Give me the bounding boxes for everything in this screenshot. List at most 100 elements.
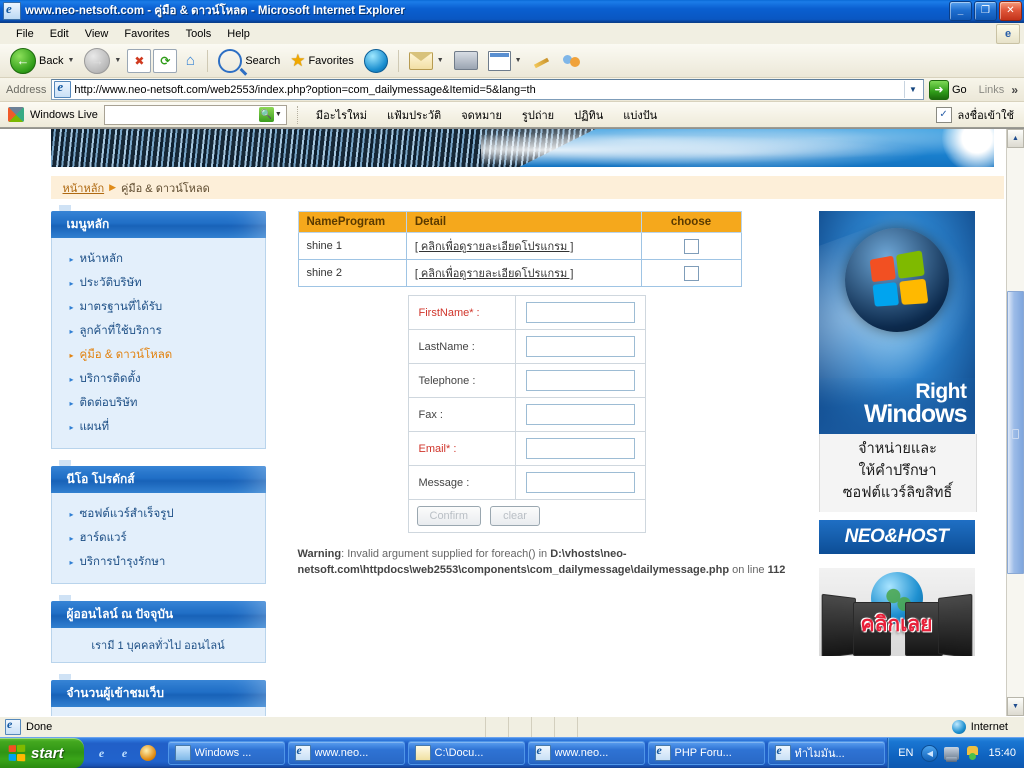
mail-dropdown-icon[interactable]: ▼: [437, 57, 444, 64]
messenger-button[interactable]: [558, 50, 586, 72]
task-button[interactable]: www.neo...: [527, 741, 645, 765]
live-item-share[interactable]: แบ่งปัน: [616, 106, 664, 124]
security-zone[interactable]: Internet: [951, 720, 1024, 734]
menu-tools[interactable]: Tools: [178, 26, 220, 42]
menu-help[interactable]: Help: [219, 26, 258, 42]
language-indicator[interactable]: EN: [898, 747, 915, 759]
back-label: Back: [39, 54, 64, 67]
sidebar-item-installation[interactable]: ▸ บริการติดตั้ง: [52, 367, 265, 391]
windows-live-search-input[interactable]: 🔍 ▼: [103, 104, 287, 125]
task-button[interactable]: ทำไมมัน...: [767, 741, 885, 765]
sidebar-item-contact[interactable]: ▸ ติดต่อบริษัท: [52, 391, 265, 415]
col-header-choose: choose: [640, 211, 742, 233]
sidebar-item-map[interactable]: ▸ แผนที่: [52, 415, 265, 439]
ad-click-here[interactable]: คลิกเลย: [818, 568, 975, 657]
quick-launch-browser-icon[interactable]: e: [117, 745, 133, 761]
quick-launch-media-player-icon[interactable]: [139, 745, 156, 761]
vertical-scrollbar[interactable]: ▲ ▼: [1006, 129, 1024, 716]
telephone-input[interactable]: [525, 370, 635, 391]
refresh-button[interactable]: ⟳: [153, 48, 178, 73]
back-dropdown-icon[interactable]: ▼: [67, 57, 74, 64]
sidebar-item-home[interactable]: ▸ หน้าหลัก: [52, 247, 265, 271]
tray-expand-icon[interactable]: ◀: [921, 744, 939, 762]
breadcrumb-home-link[interactable]: หน้าหลัก: [63, 179, 105, 197]
tray-network-icon[interactable]: [944, 746, 960, 762]
fax-input[interactable]: [525, 404, 635, 425]
go-button[interactable]: ➜ Go: [927, 79, 972, 100]
program-detail-link[interactable]: [ คลิกเพื่อดูรายละเอียดโปรแกรม ]: [415, 268, 574, 280]
scrollbar-track[interactable]: [1007, 148, 1024, 697]
onenote-button[interactable]: [528, 50, 556, 72]
favorites-button[interactable]: ★ Favorites: [286, 50, 358, 71]
clear-button[interactable]: clear: [490, 506, 540, 526]
live-search-icon[interactable]: 🔍: [258, 107, 274, 122]
firstname-input[interactable]: [525, 302, 635, 323]
program-checkbox[interactable]: [683, 265, 699, 281]
search-button[interactable]: Search: [214, 47, 284, 75]
task-button[interactable]: PHP Foru...: [647, 741, 765, 765]
message-input[interactable]: [525, 472, 635, 493]
program-detail-link[interactable]: [ คลิกเพื่อดูรายละเอียดโปรแกรม ]: [415, 241, 574, 253]
home-button[interactable]: ⌂: [179, 50, 201, 72]
back-button[interactable]: ← Back ▼: [6, 46, 78, 76]
forward-dropdown-icon[interactable]: ▼: [114, 57, 121, 64]
forward-button[interactable]: → ▼: [80, 46, 125, 76]
menu-view[interactable]: View: [77, 26, 117, 42]
task-button[interactable]: Windows ...: [167, 741, 285, 765]
maximize-button[interactable]: ❐: [974, 1, 997, 21]
live-item-photos[interactable]: รูปถ่าย: [515, 106, 561, 124]
quick-launch-ie-icon[interactable]: e: [94, 745, 110, 761]
live-search-dropdown-icon[interactable]: ▼: [275, 111, 285, 118]
menu-favorites[interactable]: Favorites: [116, 26, 177, 42]
toolbar-overflow-icon[interactable]: »: [1011, 83, 1022, 97]
task-button[interactable]: C:\Docu...: [407, 741, 525, 765]
close-button[interactable]: ✕: [999, 1, 1022, 21]
sidebar-item-software[interactable]: ▸ ซอฟต์แวร์สำเร็จรูป: [52, 502, 265, 526]
live-item-mail[interactable]: จดหมาย: [454, 106, 509, 124]
program-checkbox[interactable]: [683, 238, 699, 254]
stop-button[interactable]: ✖: [127, 48, 152, 73]
print-button[interactable]: [450, 49, 482, 72]
tray-security-icon[interactable]: [965, 746, 980, 761]
address-input[interactable]: http://www.neo-netsoft.com/web2553/index…: [51, 79, 924, 100]
scrollbar-thumb[interactable]: [1007, 291, 1024, 574]
start-button[interactable]: start: [0, 738, 84, 768]
email-input[interactable]: [525, 438, 635, 459]
form-buttons-cell: Confirm clear: [407, 499, 646, 533]
edit-dropdown-icon[interactable]: ▼: [515, 57, 522, 64]
ad-neohost[interactable]: NEO&HOST: [818, 520, 975, 555]
sidebar-item-maintenance[interactable]: ▸ บริการบำรุงรักษา: [52, 550, 265, 574]
sidebar-item-label: หน้าหลัก: [79, 253, 124, 265]
confirm-button[interactable]: Confirm: [416, 506, 482, 526]
windows-live-brand: Windows Live: [30, 108, 98, 121]
live-item-profile[interactable]: แฟ้มประวัติ: [380, 106, 448, 124]
sidebar-item-label: แผนที่: [79, 421, 110, 433]
edit-button[interactable]: ▼: [484, 49, 526, 73]
task-button[interactable]: www.neo...: [287, 741, 405, 765]
refresh-icon: ⟳: [160, 53, 171, 68]
lastname-input[interactable]: [525, 336, 635, 357]
site-banner: [50, 129, 994, 167]
sidebar-item-manual-download[interactable]: ▸ คู่มือ & ดาวน์โหลด: [52, 343, 265, 367]
menu-edit[interactable]: Edit: [42, 26, 77, 42]
history-button[interactable]: [360, 47, 392, 75]
links-label[interactable]: Links: [975, 84, 1009, 96]
taskbar-clock[interactable]: 15:40: [986, 747, 1016, 759]
menu-file[interactable]: File: [8, 26, 42, 42]
scroll-down-button[interactable]: ▼: [1007, 697, 1024, 716]
address-dropdown-icon[interactable]: ▼: [903, 81, 921, 98]
field-cell-firstname: [514, 295, 646, 330]
live-item-calendar[interactable]: ปฏิทิน: [567, 106, 610, 124]
ad-right-windows[interactable]: Right Windows: [818, 211, 975, 434]
live-signin-label[interactable]: ลงชื่อเข้าใช้: [958, 106, 1014, 124]
scroll-up-button[interactable]: ▲: [1007, 129, 1024, 148]
sidebar-item-hardware[interactable]: ▸ ฮาร์ดแวร์: [52, 526, 265, 550]
sidebar-item-customers[interactable]: ▸ ลูกค้าที่ใช้บริการ: [52, 319, 265, 343]
sidebar-item-standards[interactable]: ▸ มาตรฐานที่ได้รับ: [52, 295, 265, 319]
mail-button[interactable]: ▼: [405, 50, 448, 72]
live-item-whatsnew[interactable]: มีอะไรใหม่: [309, 106, 374, 124]
bullet-icon: ▸: [69, 557, 74, 567]
minimize-button[interactable]: _: [949, 1, 972, 21]
sidebar-item-history[interactable]: ▸ ประวัติบริษัท: [52, 271, 265, 295]
module-title-visitors: จำนวนผู้เข้าชมเว็บ: [50, 680, 266, 707]
